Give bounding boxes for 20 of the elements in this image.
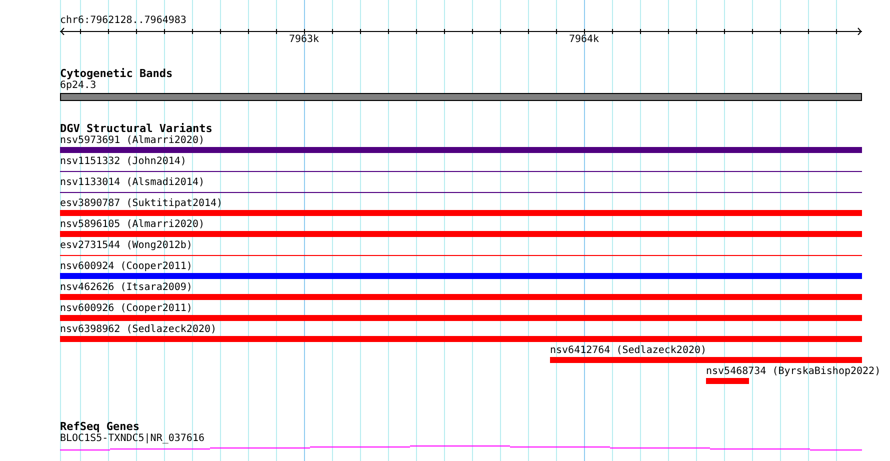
feature-label: nsv462626 (Itsara2009) xyxy=(60,282,192,294)
feature-label: nsv1151332 (John2014) xyxy=(60,156,186,168)
feature-label: nsv5468734 (ByrskaBishop2022) xyxy=(706,366,881,378)
feature-label: nsv6412764 (Sedlazeck2020) xyxy=(550,345,707,357)
tick-label: 7964k xyxy=(568,34,600,46)
feature-label: esv2731544 (Wong2012b) xyxy=(60,240,192,252)
track-title: RefSeq Genes xyxy=(60,420,140,433)
tick-label: 7963k xyxy=(288,34,320,46)
feature-label: nsv6398962 (Sedlazeck2020) xyxy=(60,324,217,336)
feature-label: nsv5973691 (Almarri2020) xyxy=(60,135,204,147)
track-title: DGV Structural Variants xyxy=(60,122,212,135)
range-label: chr6:7962128..7964983 xyxy=(60,14,186,27)
gene-label: BLOC1S5-TXNDC5|NR_037616 xyxy=(60,433,204,445)
feature-label: nsv5896105 (Almarri2020) xyxy=(60,219,204,231)
feature-label: nsv600924 (Cooper2011) xyxy=(60,261,192,273)
feature-label: esv3890787 (Suktitipat2014) xyxy=(60,198,223,210)
feature-label: nsv1133014 (Alsmadi2014) xyxy=(60,177,204,189)
track-title: Cytogenetic Bands xyxy=(60,67,173,80)
feature-label: nsv600926 (Cooper2011) xyxy=(60,303,192,315)
band-label: 6p24.3 xyxy=(60,80,96,92)
